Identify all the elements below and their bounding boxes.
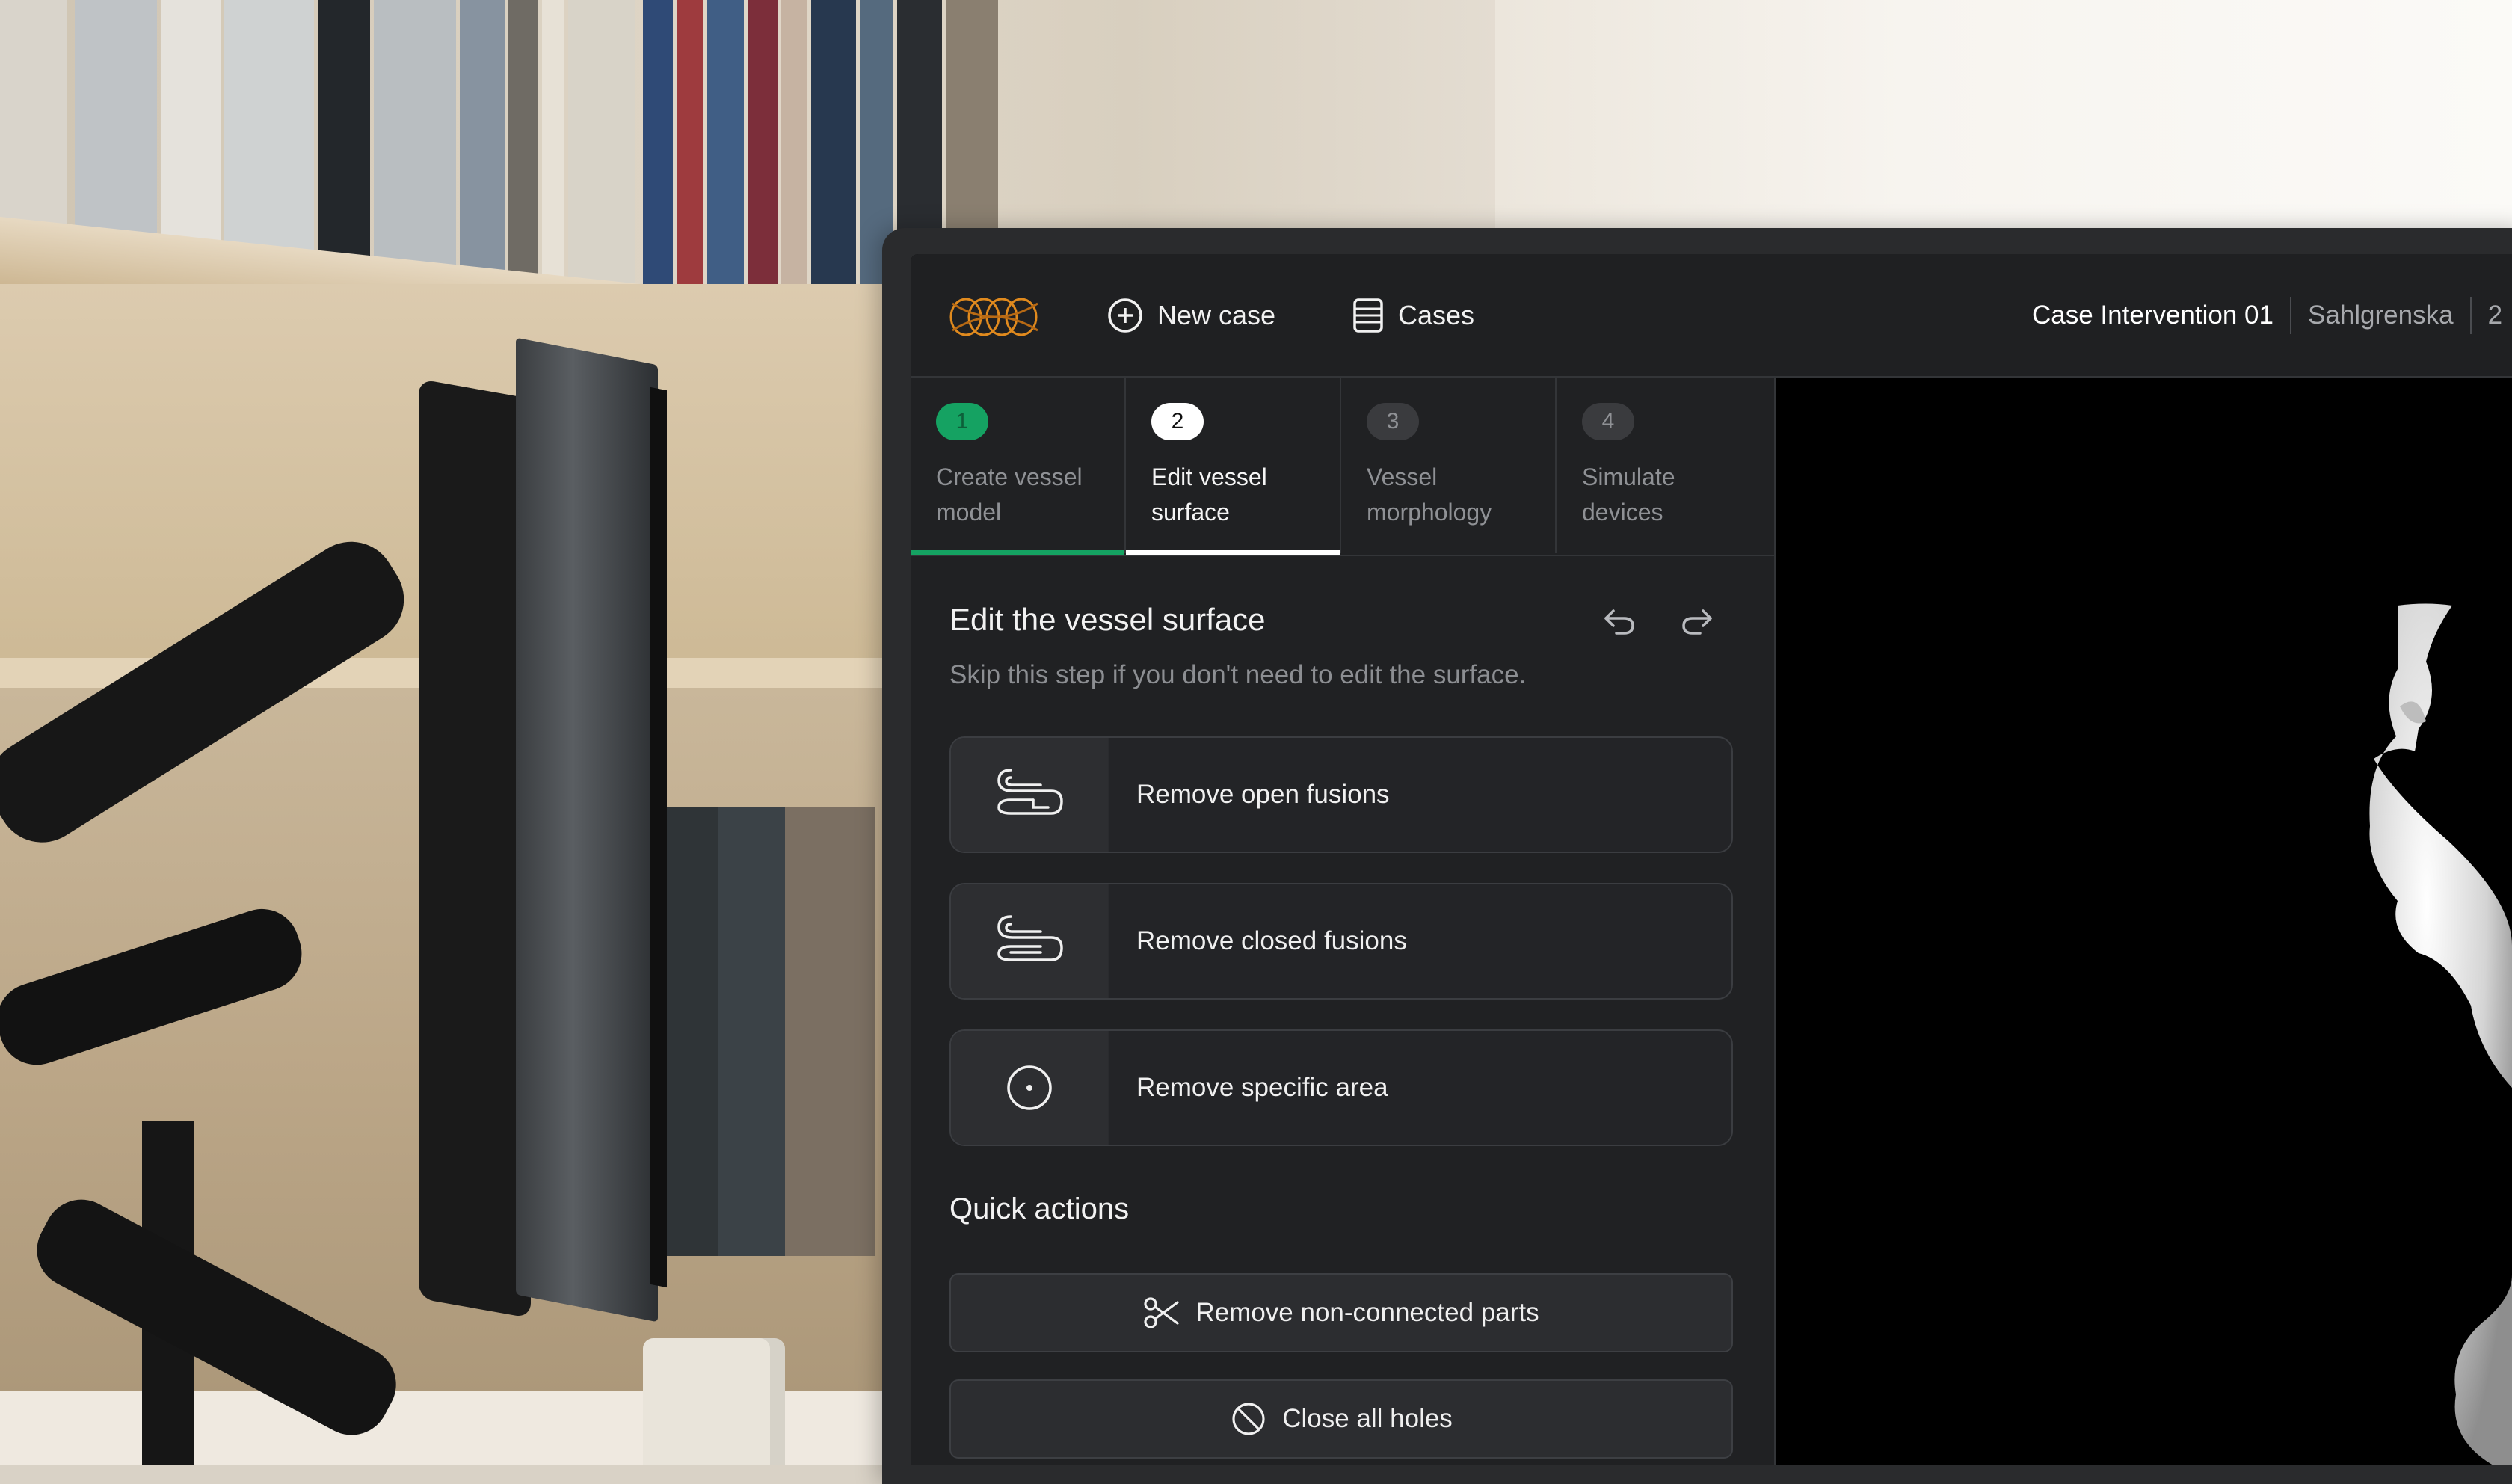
case-location: Sahlgrenska xyxy=(2307,301,2454,330)
new-case-label: New case xyxy=(1157,300,1276,330)
close-all-holes-button[interactable]: Close all holes xyxy=(949,1379,1733,1459)
list-icon xyxy=(1353,298,1383,333)
new-case-button[interactable]: New case xyxy=(1106,296,1275,335)
target-icon xyxy=(951,1031,1109,1145)
vessel-3d-viewport[interactable] xyxy=(1776,378,2512,1465)
step-label: Edit vessel surface xyxy=(1151,464,1267,526)
step-label: Simulate devices xyxy=(1582,464,1675,526)
tool-label: Remove closed fusions xyxy=(1136,926,1407,955)
tool-label: Remove specific area xyxy=(1136,1073,1388,1102)
step-label: Create vessel model xyxy=(936,464,1083,526)
step-number: 3 xyxy=(1367,403,1419,440)
remove-non-connected-parts-button[interactable]: Remove non-connected parts xyxy=(949,1273,1733,1352)
section-title: Edit the vessel surface xyxy=(949,602,1266,637)
app-logo[interactable] xyxy=(949,293,1041,341)
tool-label: Remove open fusions xyxy=(1136,780,1390,809)
step-tab-3[interactable]: 3 Vessel morphology xyxy=(1341,378,1557,553)
step-number: 4 xyxy=(1582,403,1634,440)
quick-actions-title: Quick actions xyxy=(949,1192,1130,1225)
step-number: 1 xyxy=(936,403,988,440)
case-title: Case Intervention 01 xyxy=(2032,301,2274,330)
section-subtitle: Skip this step if you don't need to edit… xyxy=(949,660,1527,689)
plus-circle-icon xyxy=(1108,298,1142,333)
vessel-model-render xyxy=(2369,603,2512,1465)
open-fusion-icon xyxy=(951,738,1109,852)
case-info: Case Intervention 01 Sahlgrenska 2 xyxy=(2032,296,2502,335)
remove-specific-area-button[interactable]: Remove specific area xyxy=(949,1029,1733,1146)
step-number: 2 xyxy=(1151,403,1204,440)
step-tabs: 1 Create vessel model 2 Edit vessel surf… xyxy=(911,378,1774,556)
quick-action-label: Close all holes xyxy=(1282,1404,1453,1433)
monitor-screen xyxy=(516,337,658,1323)
top-bar: New case Cases Case Intervention 01 Sahl… xyxy=(911,254,2512,378)
step-tab-1[interactable]: 1 Create vessel model xyxy=(911,378,1126,555)
sidebar-panel: 1 Create vessel model 2 Edit vessel surf… xyxy=(911,378,1776,1465)
scissors-icon xyxy=(1144,1297,1180,1328)
remove-open-fusions-button[interactable]: Remove open fusions xyxy=(949,736,1733,853)
redo-button[interactable] xyxy=(1676,600,1718,642)
step-label: Vessel morphology xyxy=(1367,464,1492,526)
prohibit-icon xyxy=(1232,1403,1265,1435)
monitor-back xyxy=(419,378,531,1319)
step-progress-bar xyxy=(1126,550,1340,555)
quick-action-label: Remove non-connected parts xyxy=(1195,1298,1539,1327)
cases-button[interactable]: Cases xyxy=(1352,296,1474,335)
step-tab-2[interactable]: 2 Edit vessel surface xyxy=(1126,378,1341,555)
divider xyxy=(2469,297,2472,334)
coffee-mug xyxy=(643,1338,785,1465)
divider xyxy=(2289,297,2291,334)
redo-icon xyxy=(1682,609,1712,635)
case-extra: 2 xyxy=(2487,301,2503,330)
undo-button[interactable] xyxy=(1598,600,1640,642)
app-window: New case Cases Case Intervention 01 Sahl… xyxy=(911,254,2512,1465)
step-progress-bar xyxy=(911,550,1124,555)
remove-closed-fusions-button[interactable]: Remove closed fusions xyxy=(949,883,1733,1000)
cases-label: Cases xyxy=(1398,300,1475,330)
closed-fusion-icon xyxy=(951,884,1109,998)
undo-icon xyxy=(1604,609,1634,635)
step-tab-4[interactable]: 4 Simulate devices xyxy=(1557,378,1772,553)
